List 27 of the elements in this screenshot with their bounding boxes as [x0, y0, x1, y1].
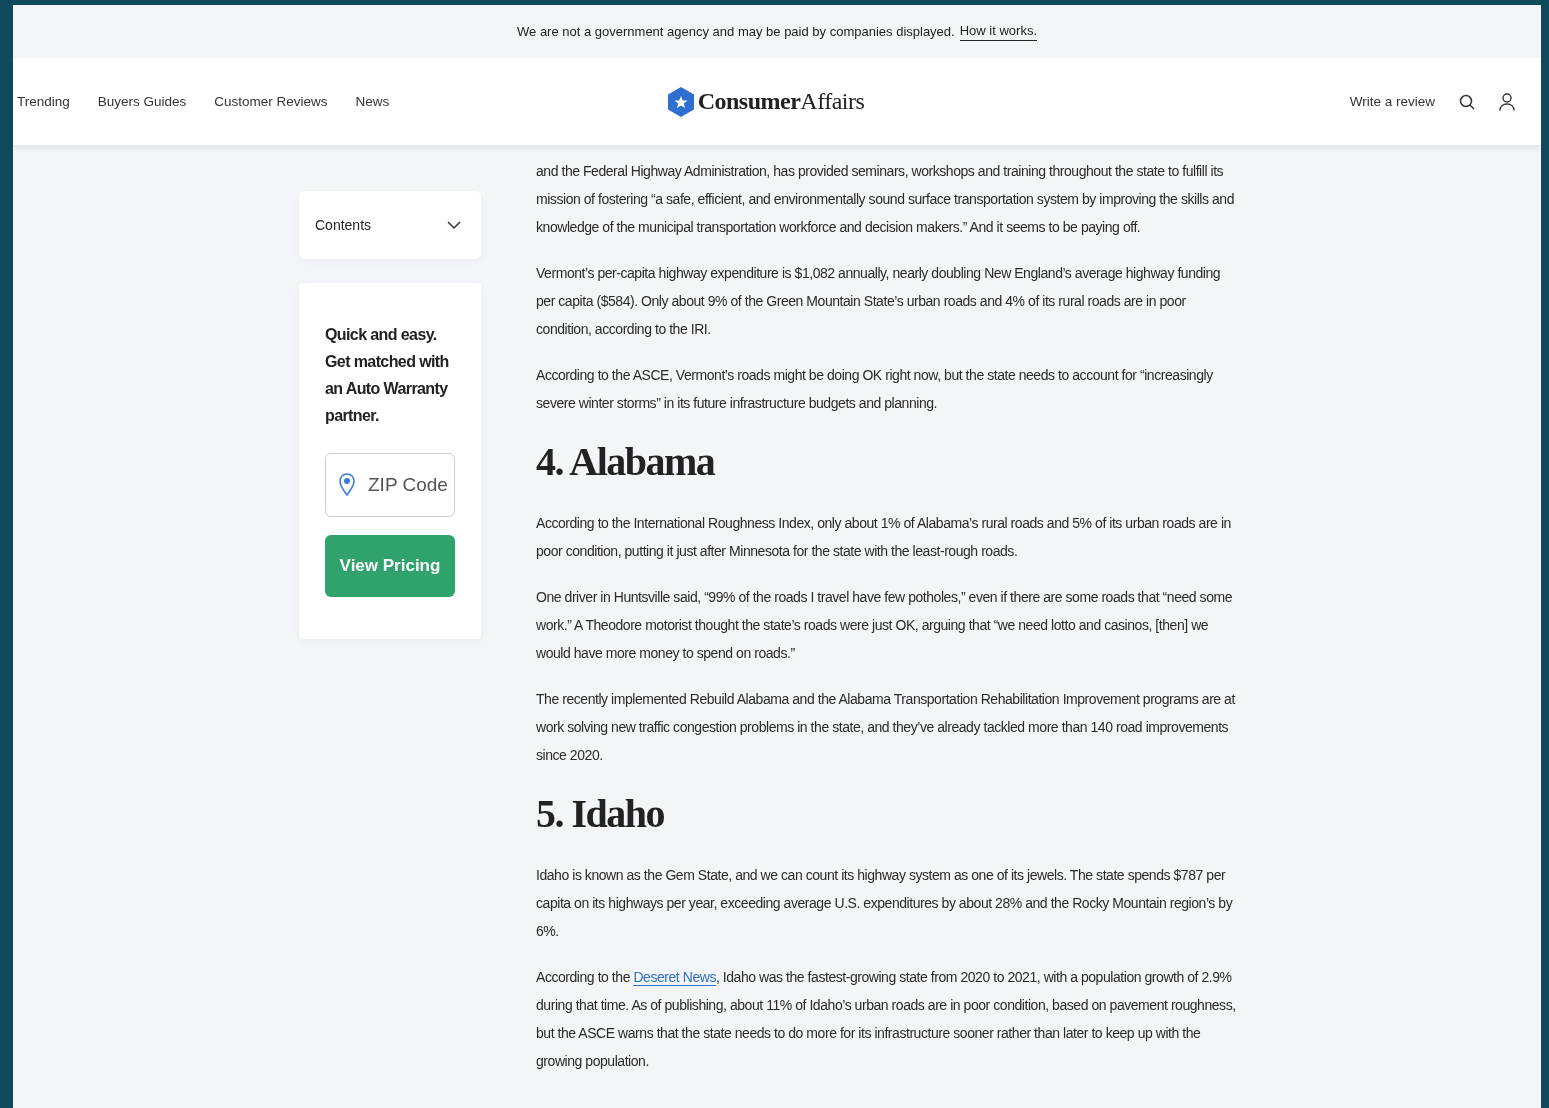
deseret-news-link[interactable]: Deseret News [633, 969, 716, 986]
article-paragraph: According to the International Roughness Index, only about 1% of Alabama’s rural roads and 5% of its urban roads are in poor condition, putting it just after Minnesota for the state with the least-rough roads. [536, 514, 1232, 561]
how-it-works-link[interactable]: How it works. [959, 22, 1037, 41]
article-paragraph: Idaho is known as the Gem State, and we can count its highway system as one of its jewels. The state spends $787 per capita on its highways per year, exceeding average U.S. expenditures by about 28% and the Rocky Mountain region’s by 6%. [536, 866, 1234, 941]
nav-link[interactable]: Customer Reviews [214, 94, 328, 109]
article-paragraph: According to the Deseret News, Idaho was the fastest-growing state from 2020 to 2021, with a population growth of 2.9% during that time. As of publishing, about 11% of Idaho’s urban roads are in poor condition, based on pavement roughness, but the ASCE warns that the state needs to do more for its infrastructure sooner rather than later to keep up with the growing population. [536, 968, 1236, 1071]
article-paragraph: Vermont’s per-capita highway expenditure is $1,082 annually, nearly doubling New England’s average highway funding per capita ($584). Only about 9% of the Green Mountain State’s urban roads and 4% of its rural roads are in poor condition, according to the IRI. [536, 264, 1222, 339]
section-heading: 4. Alabama [536, 439, 716, 485]
site-logo-text[interactable]: ConsumerAffairs [697, 88, 865, 115]
article-paragraph: and the Federal Highway Administration, has provided seminars, workshops and training throughout the state to fulfill its mission of fostering “a safe, efficient, and environmentally sound surface transportation system by improving the skills and knowledge of the municipal transportation workforce and decision makers.” And it seems to be paying off. [536, 162, 1235, 237]
article-paragraph: The recently implemented Rebuild Alabama and the Alabama Transportation Rehabilitation Improvement programs are at work solving new traffic congestion problems in the state, and they’ve already tackled more than 140 road improvements since 2020. [536, 690, 1236, 765]
nav-link[interactable]: Buyers Guides [97, 94, 187, 109]
section-heading: 5. Idaho [536, 791, 666, 837]
disclaimer-text: We are not a government agency and may be paid by companies displayed. [517, 24, 955, 39]
promo-text: Quick and easy. Get matched with an Auto Warranty partner. [325, 325, 450, 426]
contents-dropdown[interactable]: Contents [299, 191, 481, 259]
chevron-down-icon [447, 220, 461, 230]
article-paragraph: One driver in Huntsville said, “99% of the roads I travel have few potholes,” even if there are some roads that “need some work.” A Theodore motorist thought the state’s roads were just OK, arguing that “we need lotto and casinos, [then] we would have more money to spend on roads.” [536, 588, 1234, 663]
zip-code-field[interactable]: ZIP Code [325, 453, 455, 517]
article-paragraph: According to the ASCE, Vermont’s roads might be doing OK right now, but the state needs to account for “increasingly severe winter storms” in its future infrastructure budgets and planning. [536, 366, 1214, 413]
location-pin-icon [339, 473, 355, 497]
nav-link[interactable]: News [355, 94, 390, 109]
write-review-link[interactable]: Write a review [1349, 94, 1435, 109]
search-icon[interactable] [1459, 93, 1475, 110]
hexagon-star-icon [667, 86, 694, 117]
user-icon[interactable] [1499, 92, 1515, 111]
nav-link[interactable]: Trending [17, 94, 70, 109]
